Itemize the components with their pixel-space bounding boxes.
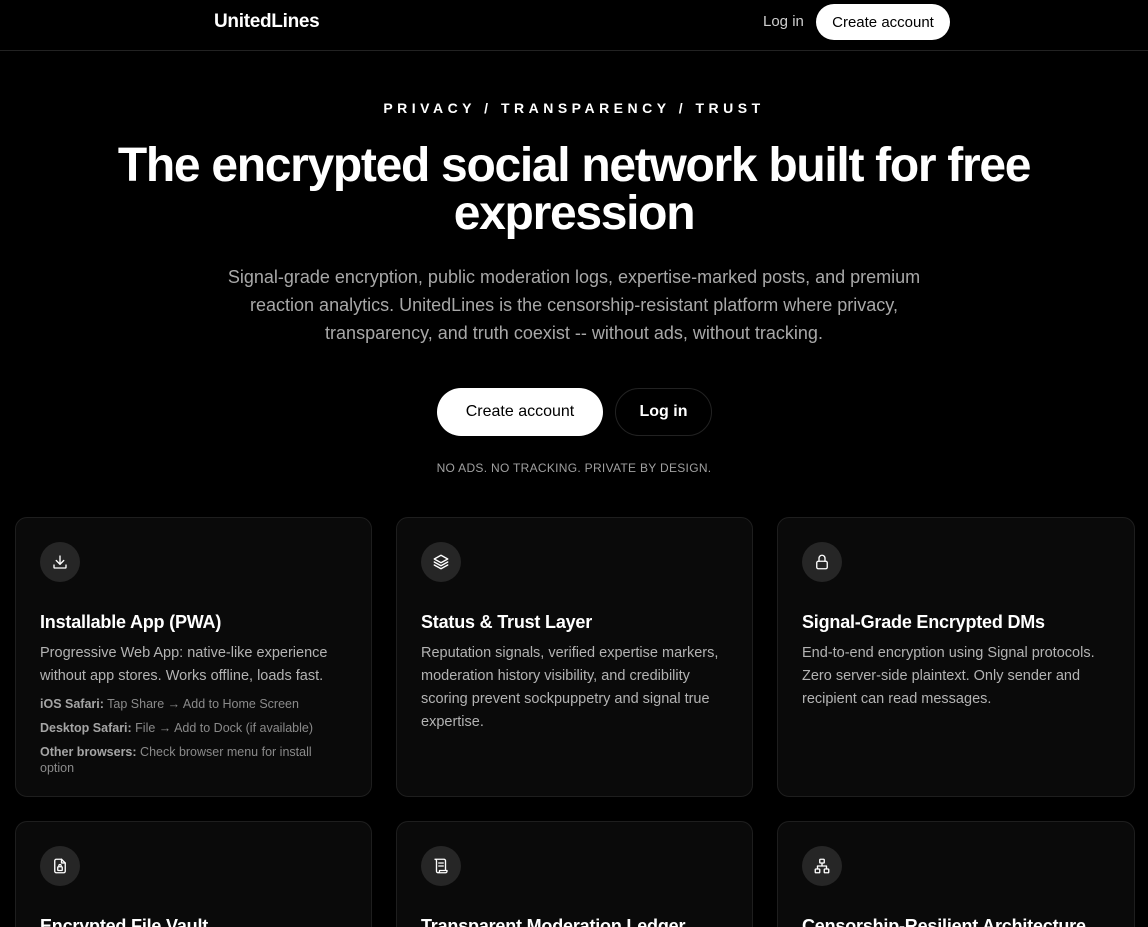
feature-desc: Progressive Web App: native-like experie… (40, 645, 328, 684)
install-label: Desktop Safari: (40, 721, 132, 735)
install-item-other: Other browsers: Check browser menu for i… (40, 744, 347, 776)
install-label: iOS Safari: (40, 697, 104, 711)
feature-title: Encrypted File Vault (40, 916, 209, 927)
feature-card-pwa: Installable App (PWA) Progressive Web Ap… (15, 517, 372, 797)
feature-desc: End-to-end encryption using Signal proto… (802, 645, 1095, 707)
file-lock-icon (40, 846, 80, 886)
feature-card-architecture: Censorship-Resilient Architecture (777, 821, 1135, 927)
install-text: File → Add to Dock (if available) (131, 721, 314, 735)
install-label: Other browsers: (40, 745, 137, 759)
hero-tagline: NO ADS. NO TRACKING. PRIVATE BY DESIGN. (436, 461, 712, 475)
feature-title: Status & Trust Layer (421, 612, 593, 632)
top-nav: UnitedLines Log in Create account (0, 0, 1148, 51)
hero-login-button[interactable]: Log in (615, 388, 712, 436)
install-text: Tap Share → Add to Home Screen (103, 697, 299, 711)
download-icon (40, 542, 80, 582)
lock-icon (802, 542, 842, 582)
hero-title: The encrypted social network built for f… (117, 139, 1032, 240)
hero-eyebrow: PRIVACY / TRANSPARENCY / TRUST (383, 100, 765, 116)
feature-title: Installable App (PWA) (40, 612, 222, 632)
nav-login-link[interactable]: Log in (763, 13, 804, 30)
install-instructions: iOS Safari: Tap Share → Add to Home Scre… (40, 696, 347, 776)
hero-subtitle: Signal-grade encryption, public moderati… (227, 267, 921, 343)
feature-title: Censorship-Resilient Architecture (802, 916, 1086, 927)
nav-create-account-button[interactable]: Create account (816, 4, 950, 40)
layers-icon (421, 542, 461, 582)
network-icon (802, 846, 842, 886)
brand-logo[interactable]: UnitedLines (214, 11, 320, 33)
install-item-ios: iOS Safari: Tap Share → Add to Home Scre… (40, 696, 347, 712)
feature-card-dms: Signal-Grade Encrypted DMs End-to-end en… (777, 517, 1135, 797)
feature-card-ledger: Transparent Moderation Ledger (396, 821, 753, 927)
feature-card-vault: Encrypted File Vault (15, 821, 372, 927)
install-item-desktop: Desktop Safari: File → Add to Dock (if a… (40, 720, 347, 736)
scroll-icon (421, 846, 461, 886)
feature-card-trust: Status & Trust Layer Reputation signals,… (396, 517, 753, 797)
feature-desc: Reputation signals, verified expertise m… (421, 645, 719, 730)
feature-title: Signal-Grade Encrypted DMs (802, 612, 1045, 632)
feature-title: Transparent Moderation Ledger (421, 916, 686, 927)
hero-create-account-button[interactable]: Create account (437, 388, 603, 436)
